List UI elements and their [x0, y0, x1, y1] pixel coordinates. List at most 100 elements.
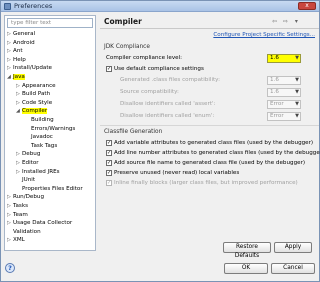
tree-item-label: Compiler — [22, 108, 48, 115]
chevron-down-icon: ▼ — [295, 101, 299, 107]
classfile-option-label: Inline finally blocks (larger class file… — [114, 180, 298, 186]
tree-item-label: General — [13, 31, 36, 37]
page-nav: ⇦ ⇨ ▾ — [270, 18, 301, 25]
source-compat-value: 1.6 — [270, 89, 279, 95]
assert-identifier-label: Disallow identifiers called 'assert': — [120, 101, 216, 107]
configure-project-settings-link[interactable]: Configure Project Specific Settings... — [213, 32, 315, 38]
tree-item[interactable]: ▷ Code Style — [16, 99, 52, 107]
classfile-option-checkbox[interactable]: ✓ Preserve unused (never read) local vari… — [106, 169, 239, 177]
filter-input[interactable]: type filter text — [7, 18, 93, 28]
tree-item-label: Code Style — [22, 99, 53, 106]
tree-item[interactable]: ▷ Android — [7, 39, 35, 47]
compliance-level-value: 1.6 — [270, 55, 279, 61]
generated-class-compat-select[interactable]: 1.6 ▼ — [267, 76, 301, 85]
page-title: Compiler — [104, 17, 142, 26]
tree-item[interactable]: ▷ Run/Debug — [7, 193, 44, 201]
tree-item[interactable]: Task Tags — [25, 142, 57, 150]
tree-item-label: Team — [13, 211, 28, 218]
chevron-down-icon: ▼ — [295, 77, 299, 83]
tree-item-label: Building — [31, 117, 54, 123]
apply-button[interactable]: Apply — [274, 242, 312, 253]
tree-item-label: Install/Update — [13, 65, 52, 72]
compliance-level-label: Compiler compliance level: — [106, 55, 183, 61]
use-default-compliance-label: Use default compliance settings — [114, 66, 204, 72]
checkbox-icon: ✓ — [106, 159, 112, 166]
tree-item-label: Android — [13, 39, 35, 46]
tree-item[interactable]: ▷ Help — [7, 56, 26, 64]
preferences-window: Preferences x type filter text ▷ General ▷… — [0, 0, 320, 282]
checkbox-icon: ✓ — [106, 169, 112, 176]
compliance-level-select[interactable]: 1.6 ▼ — [267, 54, 301, 63]
assert-identifier-value: Error — [270, 101, 284, 107]
chevron-down-icon: ▼ — [295, 55, 299, 61]
app-icon — [4, 3, 11, 10]
title-bar: Preferences x — [1, 1, 319, 12]
jdk-compliance-heading: JDK Compliance — [104, 44, 150, 50]
classfile-option-label: Add variable attributes to generated cla… — [114, 140, 314, 146]
checkbox-icon: ✓ — [106, 149, 112, 156]
view-menu-icon[interactable]: ▾ — [292, 18, 301, 25]
tree-item-label: Build Path — [22, 91, 51, 98]
assert-identifier-select[interactable]: Error ▼ — [267, 100, 301, 109]
forward-arrow-icon[interactable]: ⇨ — [281, 18, 290, 25]
enum-identifier-select[interactable]: Error ▼ — [267, 112, 301, 121]
tree-item-label: Usage Data Collector — [13, 220, 73, 227]
tree-item-label: Tasks — [13, 203, 28, 209]
enum-identifier-label: Disallow identifiers called 'enum': — [120, 113, 215, 119]
tree-item[interactable]: ▷ Editor — [16, 159, 39, 167]
restore-defaults-button[interactable]: Restore Defaults — [223, 242, 271, 259]
tree-item-label: Task Tags — [31, 142, 58, 149]
tree-item[interactable]: ▷ Installed JREs — [16, 168, 60, 176]
source-compat-select[interactable]: 1.6 ▼ — [267, 88, 301, 97]
chevron-down-icon: ▼ — [295, 89, 299, 95]
tree-item-label: Properties Files Editor — [22, 185, 83, 192]
cancel-button[interactable]: Cancel — [271, 263, 315, 274]
help-icon[interactable]: ? — [5, 263, 15, 273]
tree-item[interactable]: Errors/Warnings — [25, 125, 75, 133]
tree-item[interactable]: ▷ XML — [7, 236, 25, 244]
classfile-option-checkbox[interactable]: ✓ Inline finally blocks (larger class fil… — [106, 179, 298, 187]
tree-item[interactable]: Javadoc — [25, 133, 53, 141]
classfile-option-checkbox[interactable]: ✓ Add source file name to generated class… — [106, 159, 305, 167]
tree-item[interactable]: Validation — [7, 228, 41, 236]
tree-item-label: Editor — [22, 160, 39, 166]
tree-item-label: Errors/Warnings — [31, 125, 76, 132]
back-arrow-icon[interactable]: ⇦ — [270, 18, 279, 25]
generated-class-compat-label: Generated .class files compatibility: — [120, 77, 220, 83]
tree-item[interactable]: ▷ Tasks — [7, 202, 28, 210]
tree-item[interactable]: Building — [25, 116, 54, 124]
preferences-tree-panel: type filter text ▷ General ▷ Android ▷ Ant ▷ He… — [4, 15, 96, 251]
tree-item[interactable]: ◢ Compiler — [16, 107, 48, 115]
tree-item-label: Ant — [13, 48, 23, 55]
use-default-compliance-checkbox[interactable]: ✓ Use default compliance settings — [106, 65, 204, 73]
tree-item[interactable]: ▷ General — [7, 30, 35, 38]
classfile-option-label: Add line number attributes to generated … — [114, 150, 320, 156]
tree-item-label: Debug — [22, 151, 41, 158]
tree-item[interactable]: JUnit — [16, 176, 35, 184]
ok-button[interactable]: OK — [224, 263, 268, 274]
window-title: Preferences — [14, 2, 53, 10]
close-button[interactable]: x — [298, 2, 316, 10]
tree-item[interactable]: ▷ Team — [7, 211, 28, 219]
checkbox-icon: ✓ — [106, 139, 112, 146]
tree-item[interactable]: ▷ Debug — [16, 150, 40, 158]
tree-item-label: Validation — [13, 228, 41, 235]
classfile-option-label: Add source file name to generated class … — [114, 160, 306, 166]
tree-item-label: Appearance — [22, 82, 56, 89]
tree-item[interactable]: ▷ Build Path — [16, 90, 50, 98]
classfile-option-checkbox[interactable]: ✓ Add line number attributes to generated… — [106, 149, 320, 157]
classfile-option-checkbox[interactable]: ✓ Add variable attributes to generated cl… — [106, 139, 313, 147]
tree-item[interactable]: ◢ Java — [7, 73, 25, 81]
checkbox-icon: ✓ — [106, 179, 112, 186]
tree-item[interactable]: ▷ Usage Data Collector — [7, 219, 72, 227]
tree-item-label: Java — [13, 74, 25, 80]
tree-item[interactable]: ▷ Install/Update — [7, 64, 52, 72]
generated-class-compat-value: 1.6 — [270, 77, 279, 83]
chevron-down-icon: ▼ — [295, 113, 299, 119]
tree-item[interactable]: Properties Files Editor — [16, 185, 83, 193]
enum-identifier-value: Error — [270, 113, 284, 119]
classfile-option-label: Preserve unused (never read) local varia… — [114, 170, 240, 176]
classfile-generation-heading: Classfile Generation — [104, 129, 163, 135]
tree-item[interactable]: ▷ Ant — [7, 47, 23, 55]
tree-item[interactable]: ▷ Appearance — [16, 82, 56, 90]
